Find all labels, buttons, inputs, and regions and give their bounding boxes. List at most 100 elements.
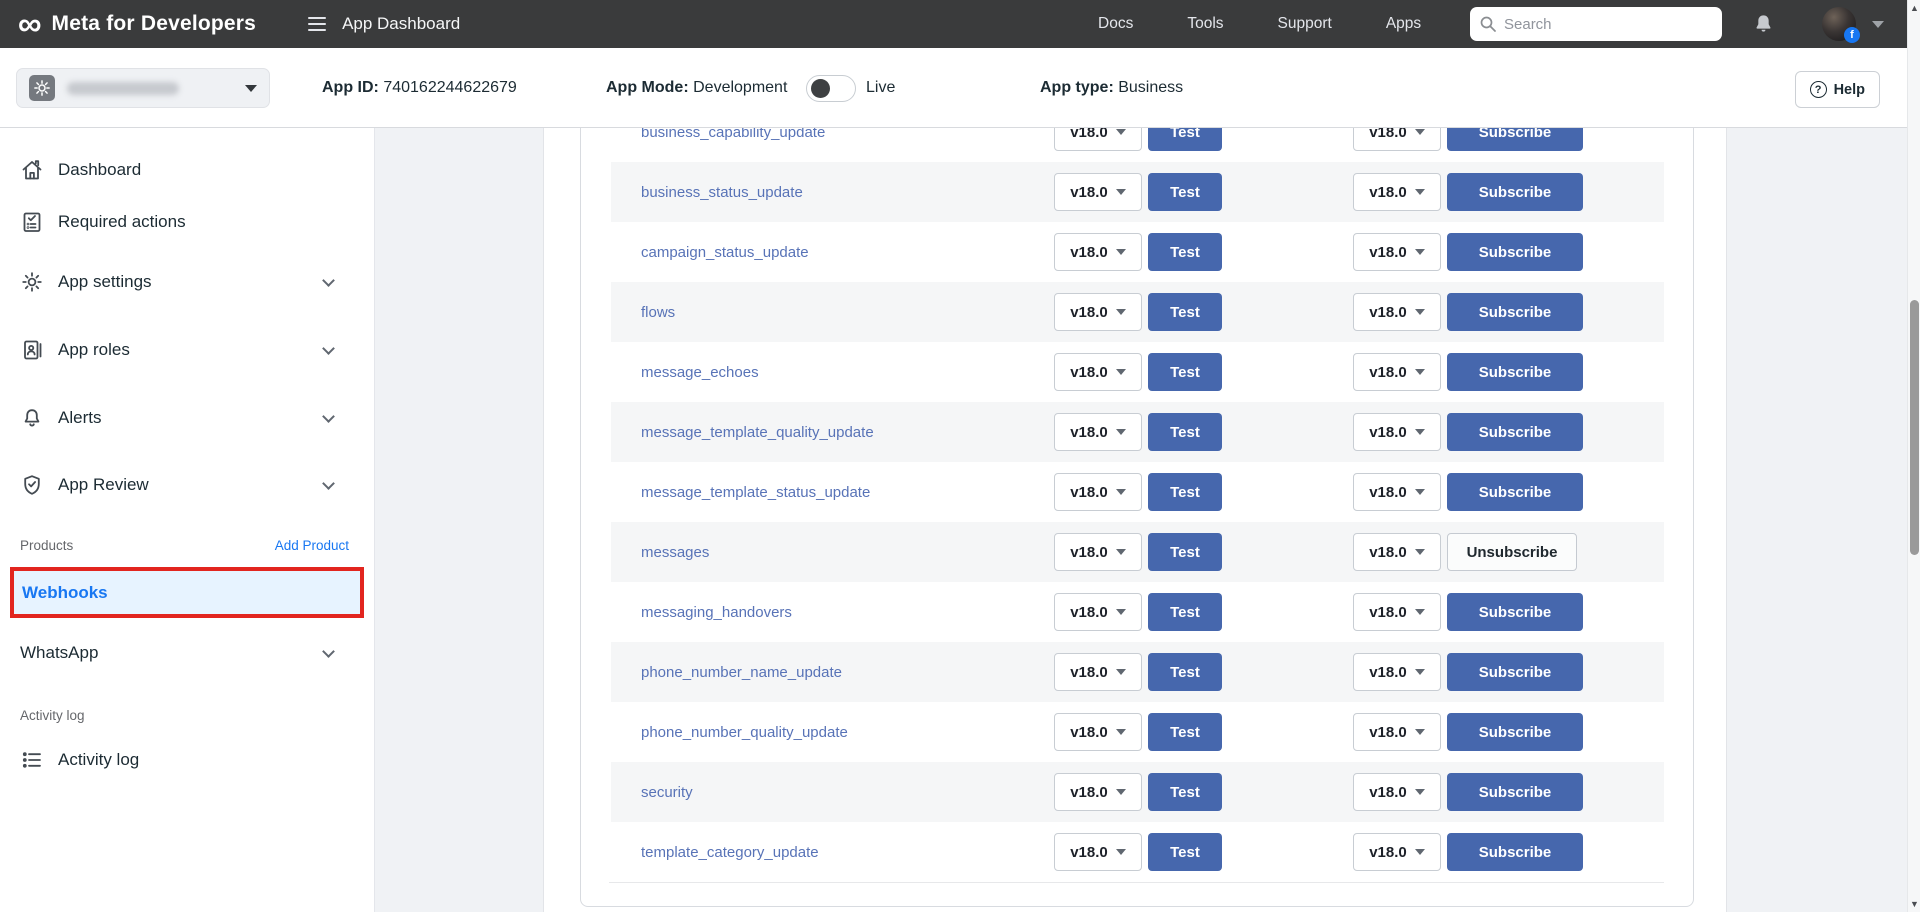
test-button[interactable]: Test <box>1148 233 1222 271</box>
test-version-select[interactable]: v18.0 <box>1054 653 1142 691</box>
test-version-select[interactable]: v18.0 <box>1054 533 1142 571</box>
subscribe-version-select[interactable]: v18.0 <box>1353 773 1441 811</box>
unsubscribe-button[interactable]: Unsubscribe <box>1447 533 1577 571</box>
webhook-field-link[interactable]: messages <box>641 544 709 561</box>
webhook-field-link[interactable]: template_category_update <box>641 844 819 861</box>
webhook-field-link[interactable]: security <box>641 784 693 801</box>
top-nav-support[interactable]: Support <box>1278 15 1332 33</box>
top-nav-docs[interactable]: Docs <box>1098 15 1133 33</box>
subscribe-version-select[interactable]: v18.0 <box>1353 413 1441 451</box>
top-nav-apps[interactable]: Apps <box>1386 15 1421 33</box>
subscribe-version-select[interactable]: v18.0 <box>1353 293 1441 331</box>
scrollbar-thumb[interactable] <box>1910 300 1919 555</box>
brand[interactable]: ∞ Meta for Developers <box>18 2 256 46</box>
test-version-select[interactable]: v18.0 <box>1054 773 1142 811</box>
webhook-field-link[interactable]: message_echoes <box>641 364 759 381</box>
search-input[interactable] <box>1504 16 1694 33</box>
sidebar-item-whatsapp[interactable]: WhatsApp <box>0 633 375 673</box>
subscribe-version-select[interactable]: v18.0 <box>1353 533 1441 571</box>
version-value: v18.0 <box>1369 244 1407 261</box>
subscribe-button[interactable]: Subscribe <box>1447 653 1583 691</box>
chevron-down-icon <box>1116 669 1126 675</box>
subscribe-button[interactable]: Subscribe <box>1447 233 1583 271</box>
sidebar-item-label: App Review <box>58 475 149 495</box>
activity-log-label: Activity log <box>58 750 139 770</box>
chevron-down-icon <box>1415 189 1425 195</box>
version-value: v18.0 <box>1369 484 1407 501</box>
notifications-bell-icon[interactable] <box>1752 12 1775 41</box>
webhook-row: business_status_update v18.0 Test v18.0 … <box>611 162 1664 222</box>
top-nav-tools[interactable]: Tools <box>1187 15 1223 33</box>
test-version-select[interactable]: v18.0 <box>1054 293 1142 331</box>
subscribe-version-select[interactable]: v18.0 <box>1353 233 1441 271</box>
test-button[interactable]: Test <box>1148 833 1222 871</box>
mode-live-label: Live <box>866 79 895 97</box>
subscribe-version-select[interactable]: v18.0 <box>1353 713 1441 751</box>
subscribe-version-select[interactable]: v18.0 <box>1353 833 1441 871</box>
sidebar-item-alerts[interactable]: Alerts <box>0 398 375 438</box>
add-product-link[interactable]: Add Product <box>275 538 349 553</box>
browser-scrollbar[interactable]: ▲ ▼ <box>1907 0 1920 912</box>
test-version-select[interactable]: v18.0 <box>1054 413 1142 451</box>
account-chevron-down-icon[interactable] <box>1872 21 1884 28</box>
webhook-field-link[interactable]: phone_number_quality_update <box>641 724 848 741</box>
subscribe-version-select[interactable]: v18.0 <box>1353 593 1441 631</box>
webhook-field-link[interactable]: phone_number_name_update <box>641 664 842 681</box>
test-button[interactable]: Test <box>1148 413 1222 451</box>
webhook-field-link[interactable]: business_status_update <box>641 184 803 201</box>
subscribe-button[interactable]: Subscribe <box>1447 473 1583 511</box>
subscribe-version-select[interactable]: v18.0 <box>1353 353 1441 391</box>
test-version-select[interactable]: v18.0 <box>1054 833 1142 871</box>
webhook-field-link[interactable]: messaging_handovers <box>641 604 792 621</box>
avatar[interactable]: f <box>1822 7 1856 41</box>
test-button[interactable]: Test <box>1148 713 1222 751</box>
help-button[interactable]: ? Help <box>1795 71 1880 108</box>
webhook-field-link[interactable]: message_template_status_update <box>641 484 870 501</box>
scroll-up-arrow-icon[interactable]: ▲ <box>1909 3 1920 13</box>
sidebar-item-dashboard[interactable]: Dashboard <box>0 150 375 190</box>
test-button[interactable]: Test <box>1148 593 1222 631</box>
test-button[interactable]: Test <box>1148 353 1222 391</box>
subscribe-button[interactable]: Subscribe <box>1447 353 1583 391</box>
webhook-field-link[interactable]: message_template_quality_update <box>641 424 874 441</box>
webhook-row: campaign_status_update v18.0 Test v18.0 … <box>611 222 1664 282</box>
subscribe-button[interactable]: Subscribe <box>1447 593 1583 631</box>
app-mode-toggle[interactable] <box>806 75 856 102</box>
test-version-select[interactable]: v18.0 <box>1054 173 1142 211</box>
sidebar-item-required-actions[interactable]: Required actions <box>0 202 375 242</box>
scroll-down-arrow-icon[interactable]: ▼ <box>1909 899 1920 909</box>
subscribe-version-select[interactable]: v18.0 <box>1353 173 1441 211</box>
test-button[interactable]: Test <box>1148 533 1222 571</box>
webhook-field-link[interactable]: flows <box>641 304 675 321</box>
sidebar-item-label: App roles <box>58 340 130 360</box>
test-version-select[interactable]: v18.0 <box>1054 593 1142 631</box>
subscribe-button[interactable]: Subscribe <box>1447 173 1583 211</box>
test-version-select[interactable]: v18.0 <box>1054 473 1142 511</box>
subscribe-button[interactable]: Subscribe <box>1447 713 1583 751</box>
subscribe-button[interactable]: Subscribe <box>1447 773 1583 811</box>
subscribe-button[interactable]: Subscribe <box>1447 293 1583 331</box>
test-button[interactable]: Test <box>1148 653 1222 691</box>
test-version-select[interactable]: v18.0 <box>1054 353 1142 391</box>
version-value: v18.0 <box>1369 424 1407 441</box>
webhook-field-link[interactable]: campaign_status_update <box>641 244 809 261</box>
app-dashboard-menu[interactable]: App Dashboard <box>308 14 460 34</box>
subscribe-version-select[interactable]: v18.0 <box>1353 653 1441 691</box>
subscribe-button[interactable]: Subscribe <box>1447 413 1583 451</box>
sidebar-item-activity-log[interactable]: Activity log <box>0 740 375 780</box>
test-button[interactable]: Test <box>1148 293 1222 331</box>
sidebar-item-app-review[interactable]: App Review <box>0 465 375 505</box>
sidebar-item-app-settings[interactable]: App settings <box>0 262 375 302</box>
subscribe-button[interactable]: Subscribe <box>1447 833 1583 871</box>
test-version-select[interactable]: v18.0 <box>1054 233 1142 271</box>
test-button[interactable]: Test <box>1148 173 1222 211</box>
test-version-select[interactable]: v18.0 <box>1054 713 1142 751</box>
test-button[interactable]: Test <box>1148 773 1222 811</box>
sidebar-item-app-roles[interactable]: App roles <box>0 330 375 370</box>
subscribe-version-select[interactable]: v18.0 <box>1353 473 1441 511</box>
webhook-rows: business_capability_update v18.0 Test v1… <box>611 102 1664 882</box>
toggle-knob <box>811 79 830 98</box>
sidebar-item-webhooks-active[interactable]: Webhooks <box>10 567 364 618</box>
test-button[interactable]: Test <box>1148 473 1222 511</box>
app-selector[interactable] <box>16 68 270 108</box>
